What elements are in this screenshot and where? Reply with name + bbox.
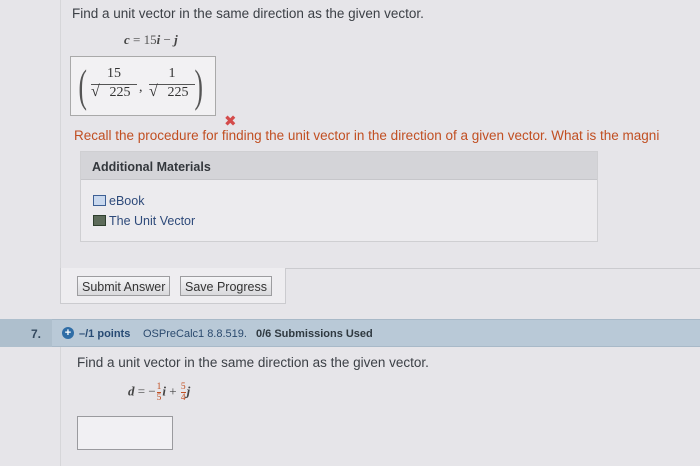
left-paren: ( bbox=[78, 60, 87, 111]
question-prompt: Find a unit vector in the same direction… bbox=[77, 355, 429, 370]
comma: , bbox=[139, 80, 143, 95]
denominator: √ 225 bbox=[149, 83, 195, 101]
equals-sign: = bbox=[129, 32, 144, 47]
save-progress-button[interactable]: Save Progress bbox=[180, 276, 272, 296]
ebook-icon bbox=[93, 195, 106, 206]
submit-answer-button[interactable]: Submit Answer bbox=[77, 276, 171, 296]
numerator: 1 bbox=[168, 66, 176, 81]
question-number: 7. bbox=[31, 327, 42, 341]
fraction-2: 54 bbox=[180, 382, 186, 403]
equals-sign: = − bbox=[134, 383, 156, 399]
fraction-2: 1 √ 225 bbox=[149, 66, 195, 101]
denominator: √ 225 bbox=[91, 83, 137, 101]
sqrt-icon: √ bbox=[91, 83, 100, 100]
additional-materials-panel: Additional Materials eBook The Unit Vect… bbox=[80, 151, 598, 242]
sqrt-icon: √ bbox=[149, 83, 158, 100]
numerator: 15 bbox=[107, 66, 121, 81]
feedback-text: Recall the procedure for finding the uni… bbox=[74, 128, 660, 143]
points-label: –/1 points bbox=[79, 328, 131, 340]
plus-sign: + bbox=[166, 383, 180, 399]
submissions-count: 0/6 Submissions Used bbox=[256, 328, 373, 340]
document-icon bbox=[93, 215, 106, 226]
right-paren: ) bbox=[194, 60, 203, 111]
ebook-link[interactable]: eBook bbox=[93, 194, 144, 208]
given-vector: c = 15i − j bbox=[124, 32, 178, 48]
left-rule bbox=[60, 0, 61, 304]
question-number-cell bbox=[0, 319, 52, 347]
fraction-1: 15 √ 225 bbox=[91, 66, 137, 101]
answer-field[interactable]: ( 15 √ 225 , 1 √ 225 ) bbox=[70, 56, 216, 116]
coefficient: 15 bbox=[143, 32, 157, 47]
minus-sign: − bbox=[160, 32, 175, 47]
unit-vector-link[interactable]: The Unit Vector bbox=[93, 214, 195, 228]
left-rule bbox=[60, 347, 61, 466]
additional-materials-title: Additional Materials bbox=[81, 152, 597, 180]
question-source: OSPreCalc1 8.8.519. bbox=[143, 328, 247, 340]
answer-field[interactable] bbox=[77, 416, 173, 450]
unit-j: j bbox=[186, 383, 191, 399]
fraction-1: 15 bbox=[156, 382, 162, 403]
divider bbox=[285, 268, 700, 269]
unit-j: j bbox=[174, 32, 178, 47]
question-prompt: Find a unit vector in the same direction… bbox=[72, 6, 424, 21]
expand-icon[interactable]: + bbox=[62, 327, 74, 339]
given-vector: d = −1 5 i + 54j bbox=[128, 382, 190, 403]
